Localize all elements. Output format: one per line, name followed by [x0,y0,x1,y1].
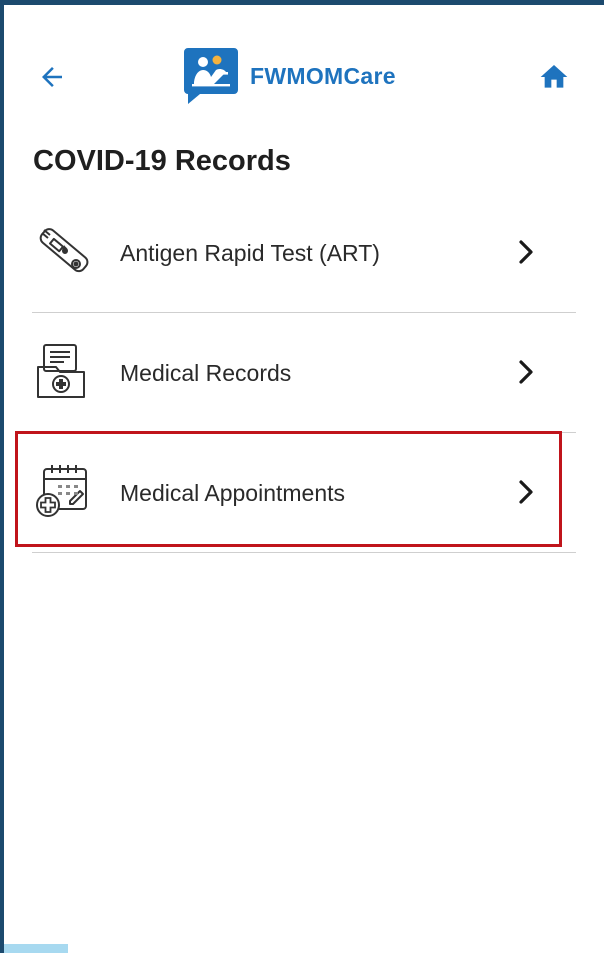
calendar-medical-icon [36,465,87,517]
home-button[interactable] [532,55,576,99]
antigen-test-kit-icon [39,228,89,273]
back-button[interactable] [30,55,74,99]
app-header: FWMOMCare [4,5,604,125]
records-list: Antigen Rapid Test (ART) Medical Records [4,193,604,553]
chevron-right-icon [512,357,540,387]
brand-name: FWMOMCare [250,62,396,89]
chevron-right-icon [512,237,540,267]
chevron-right-icon [512,477,540,507]
list-item-label: Antigen Rapid Test (ART) [120,239,380,266]
medical-folder-icon [37,344,85,398]
list-item-label: Medical Records [120,359,292,386]
brand: FWMOMCare [182,45,396,107]
list-item-medical-appointments[interactable]: Medical Appointments [4,433,604,553]
corner-tab [4,944,68,953]
app-screen: FWMOMCare COVID-19 Records Antigen Rapid… [4,5,604,953]
arrow-left-icon [42,67,62,87]
page-title: COVID-19 Records [33,145,291,177]
list-item-medical-records[interactable]: Medical Records [4,313,604,433]
fwmomcare-logo-icon [184,48,238,104]
divider [32,552,576,553]
list-item-antigen-rapid-test[interactable]: Antigen Rapid Test (ART) [4,193,604,313]
list-item-label: Medical Appointments [120,479,346,506]
home-icon [540,65,568,88]
